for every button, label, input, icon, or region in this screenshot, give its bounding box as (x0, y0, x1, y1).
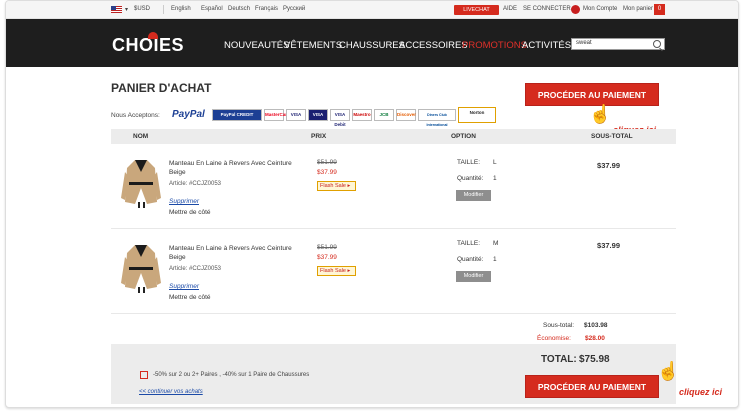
lang-deutsch[interactable]: Deutsch (228, 6, 250, 12)
account-icon[interactable] (571, 5, 580, 14)
account-link[interactable]: Mon Compte (583, 6, 617, 12)
total-label: TOTAL: (541, 354, 577, 365)
page-frame: ▾ $USD English Español Deutsch Français … (5, 0, 739, 408)
product-ref: Article: #CCJZ0053 (169, 181, 222, 187)
subtotal-value: $103.98 (584, 322, 608, 329)
cart-table-body: Manteau En Laine à Revers Avec Ceinture … (111, 144, 676, 314)
lang-russian[interactable]: Русский (283, 6, 305, 12)
hand-cursor-icon: ☝ (657, 361, 680, 381)
checkout-button-bottom[interactable]: PROCÉDER AU PAIEMENT (525, 375, 659, 398)
nav-nouveautes[interactable]: NOUVEAUTÉS (224, 40, 289, 51)
visa-debit-logo: VISA Debit (330, 109, 350, 127)
cart-table-header: NOM PRIX OPTION SOUS-TOTAL (111, 129, 676, 144)
sale-price: $37.99 (317, 254, 337, 261)
promo-text: -50% sur 2 ou 2+ Paires , -40% sur 1 Pai… (153, 372, 310, 378)
discover-logo: Discover (396, 109, 416, 121)
search-query: sweat (576, 40, 592, 46)
flash-sale-badge[interactable]: Flash Sale ▸ (317, 181, 356, 191)
visa-logo: VISA (286, 109, 306, 121)
modify-button[interactable]: Modifier (456, 190, 491, 201)
quantity-label: Quantité: (457, 175, 484, 182)
quantity-value: 1 (493, 256, 497, 263)
subtotal-label: Sous-total: (543, 322, 575, 329)
mastercard-logo: MasterCard (264, 109, 290, 121)
lang-espanol[interactable]: Español (201, 6, 223, 12)
norton-secured-logo: Norton (458, 107, 496, 123)
search-input[interactable]: sweat (571, 38, 665, 50)
jcb-logo: JCB (374, 109, 394, 121)
col-subtotal: SOUS-TOTAL (591, 133, 633, 140)
nav-chaussures[interactable]: CHAUSSURES (339, 40, 405, 51)
lang-english[interactable]: English (171, 6, 191, 12)
click-here-label: cliquez ici (679, 387, 723, 397)
page-title: PANIER D'ACHAT (111, 81, 212, 95)
paypal-text: PayPal (172, 109, 205, 120)
login-link[interactable]: SE CONNECTER (523, 6, 571, 12)
search-icon[interactable] (653, 40, 661, 48)
coat-product-image[interactable] (121, 158, 161, 208)
product-name[interactable]: Manteau En Laine à Revers Avec Ceinture … (169, 244, 294, 262)
save-for-later-link[interactable]: Mettre de côté (169, 294, 211, 301)
nav-promotions[interactable]: PROMOTIONS (462, 40, 527, 51)
col-option: OPTION (451, 133, 476, 140)
size-label: TAILLE: (457, 240, 481, 247)
savings-label: Économise: (537, 335, 571, 342)
coat-product-image[interactable] (121, 243, 161, 293)
nav-vetements[interactable]: VÊTEMENTS (284, 40, 342, 51)
quantity-value: 1 (493, 175, 497, 182)
diners-club-logo: Diners Club International (418, 109, 456, 127)
chevron-down-icon[interactable]: ▾ (125, 6, 128, 13)
cart-link[interactable]: Mon panier (623, 6, 653, 12)
total-value: $75.98 (579, 354, 610, 365)
size-value: M (493, 240, 499, 247)
cart-count-badge[interactable]: 0 (654, 4, 665, 15)
remove-link[interactable]: Supprimer (169, 198, 199, 205)
cart-item-row: Manteau En Laine à Revers Avec Ceinture … (111, 144, 676, 229)
original-price: $51.99 (317, 159, 337, 166)
remove-link[interactable]: Supprimer (169, 283, 199, 290)
continue-shopping-link[interactable]: << continuer vos achats (139, 389, 203, 395)
lang-francais[interactable]: Français (255, 6, 278, 12)
cart-item-row: Manteau En Laine à Revers Avec Ceinture … (111, 229, 676, 314)
visa-electron-logo: VISA Electron (308, 109, 328, 127)
us-flag-icon[interactable] (111, 6, 122, 13)
product-name[interactable]: Manteau En Laine à Revers Avec Ceinture … (169, 159, 294, 177)
product-ref: Article: #CCJZ0053 (169, 266, 222, 272)
paypal-credit-logo: PayPal CREDIT (212, 109, 262, 121)
flash-sale-badge[interactable]: Flash Sale ▸ (317, 266, 356, 276)
item-subtotal: $37.99 (597, 161, 620, 170)
col-name: NOM (133, 133, 149, 140)
quantity-label: Quantité: (457, 256, 484, 263)
site-logo[interactable]: CHOIES (112, 32, 184, 56)
save-for-later-link[interactable]: Mettre de côté (169, 209, 211, 216)
santa-hat-icon (148, 32, 158, 39)
item-subtotal: $37.99 (597, 241, 620, 250)
col-price: PRIX (311, 133, 327, 140)
hand-cursor-icon: ☝ (589, 104, 612, 124)
size-value: L (493, 159, 497, 166)
top-bar: ▾ $USD English Español Deutsch Français … (6, 1, 738, 19)
original-price: $51.99 (317, 244, 337, 251)
sale-price: $37.99 (317, 169, 337, 176)
savings-value: $28.00 (585, 335, 605, 342)
accept-label: Nous Acceptons: (111, 112, 160, 119)
divider (163, 5, 164, 14)
nav-accessoires[interactable]: ACCESSOIRES (399, 40, 468, 51)
paypal-logo: PayPal (172, 109, 205, 120)
livechat-button[interactable]: LIVECHAT (454, 5, 499, 15)
modify-button[interactable]: Modifier (456, 271, 491, 282)
nav-activites[interactable]: ACTIVITÉS (522, 40, 571, 51)
gift-icon (140, 371, 148, 379)
maestro-logo: Maestro (352, 109, 372, 121)
main-header: CHOIES NOUVEAUTÉS VÊTEMENTS CHAUSSURES A… (6, 19, 738, 67)
size-label: TAILLE: (457, 159, 481, 166)
currency-selector[interactable]: $USD (134, 6, 150, 12)
checkout-button-top[interactable]: PROCÉDER AU PAIEMENT (525, 83, 659, 106)
help-link[interactable]: AIDE (503, 6, 517, 12)
